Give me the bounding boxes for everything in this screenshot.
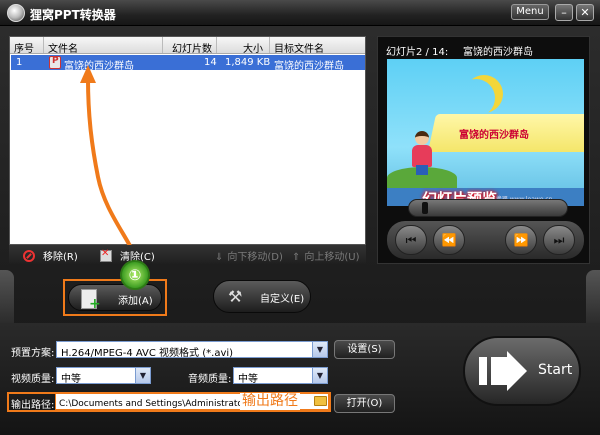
custom-button[interactable]: ⚒ 自定义(E) xyxy=(213,280,311,313)
preset-value: H.264/MPEG-4 AVC 视频格式 (*.avi) xyxy=(61,348,234,359)
add-button-highlight: 添加(A) xyxy=(63,279,167,316)
move-down-icon: ⇓ xyxy=(215,252,224,263)
moon-icon xyxy=(457,79,495,117)
start-label: Start xyxy=(538,362,573,378)
custom-label: 自定义(E) xyxy=(260,294,305,305)
audio-quality-select[interactable]: 中等 ▼ xyxy=(233,367,328,385)
video-quality-select[interactable]: 中等 ▼ xyxy=(56,367,151,385)
start-button[interactable]: Start xyxy=(463,336,581,406)
minimize-button[interactable]: – xyxy=(555,4,573,21)
clear-icon xyxy=(100,248,112,262)
last-slide-button[interactable]: ⏭ xyxy=(543,225,575,255)
chevron-down-icon: ▼ xyxy=(135,368,150,383)
menu-button[interactable]: Menu xyxy=(511,4,549,20)
first-icon: ⏮ xyxy=(405,233,417,247)
rewind-icon: ⏪ xyxy=(441,233,457,247)
settings-button[interactable]: 设置(S) xyxy=(334,340,395,359)
step-badge: ① xyxy=(120,260,150,290)
audio-quality-label: 音频质量: xyxy=(188,374,232,385)
chevron-down-icon: ▼ xyxy=(312,368,327,383)
girl-illustration xyxy=(409,131,435,175)
add-file-icon xyxy=(81,289,101,312)
add-button[interactable]: 添加(A) xyxy=(68,284,162,312)
forward-icon: ⏩ xyxy=(513,233,529,247)
chevron-down-icon: ▼ xyxy=(312,342,327,357)
close-button[interactable]: ✕ xyxy=(576,4,594,21)
audio-quality-value: 中等 xyxy=(238,374,258,385)
open-button[interactable]: 打开(O) xyxy=(334,394,395,413)
app-logo-icon xyxy=(7,4,25,22)
next-slide-button[interactable]: ⏩ xyxy=(505,225,537,255)
remove-icon xyxy=(23,250,35,262)
add-label: 添加(A) xyxy=(118,296,153,307)
video-quality-label: 视频质量: xyxy=(11,374,55,385)
slider-knob[interactable] xyxy=(421,202,428,214)
slide-counter: 幻灯片2 / 14: xyxy=(386,47,449,58)
start-arrow-icon xyxy=(479,351,527,391)
move-down-label: 向下移动(D) xyxy=(227,252,283,263)
output-path-annotation: 输出路径 xyxy=(240,393,300,410)
previous-slide-button[interactable]: ⏪ xyxy=(433,225,465,255)
output-path-value: C:\Documents and Settings\Administrator\… xyxy=(59,399,268,409)
title-bar: 狸窝PPT转换器 Menu – ✕ xyxy=(0,0,600,26)
list-toolbar: 移除(R) 清除(C) ⇓向下移动(D) ⇑向上移动(U) xyxy=(9,245,366,265)
move-down-button[interactable]: ⇓ 向下移动(D) xyxy=(215,248,283,263)
preview-title: 富饶的西沙群岛 xyxy=(463,47,533,58)
preview-slider[interactable] xyxy=(408,199,568,217)
annotation-arrow-icon xyxy=(80,65,133,246)
last-icon: ⏭ xyxy=(553,233,565,247)
file-list[interactable]: 序号 文件名 幻灯片数 大小 目标文件名 1 富饶的西沙群岛 14 1,849 … xyxy=(9,36,366,246)
video-quality-value: 中等 xyxy=(61,374,81,385)
remove-button[interactable]: 移除(R) xyxy=(23,248,78,263)
preset-label: 预置方案: xyxy=(11,348,55,359)
folder-icon[interactable] xyxy=(314,396,327,406)
slide-preview-image: 富饶的西沙群岛 狸窝PPT转换器 www.leawo.cn xyxy=(387,59,584,206)
move-up-icon: ⇑ xyxy=(292,252,301,263)
app-title: 狸窝PPT转换器 xyxy=(30,8,116,22)
playback-controls: ⏮ ⏪ ⏩ ⏭ xyxy=(387,221,584,259)
slide-text: 富饶的西沙群岛 xyxy=(459,130,529,141)
remove-label: 移除(R) xyxy=(43,252,78,263)
preset-select[interactable]: H.264/MPEG-4 AVC 视频格式 (*.avi) ▼ xyxy=(56,341,328,359)
first-slide-button[interactable]: ⏮ xyxy=(395,225,427,255)
move-up-button[interactable]: ⇑ 向上移动(U) xyxy=(292,248,360,263)
tools-icon: ⚒ xyxy=(228,287,243,306)
output-path-label: 输出路径: xyxy=(11,400,55,411)
move-up-label: 向上移动(U) xyxy=(304,252,360,263)
preview-panel: 幻灯片2 / 14: 富饶的西沙群岛 富饶的西沙群岛 狸窝PPT转换器 www.… xyxy=(377,36,590,264)
